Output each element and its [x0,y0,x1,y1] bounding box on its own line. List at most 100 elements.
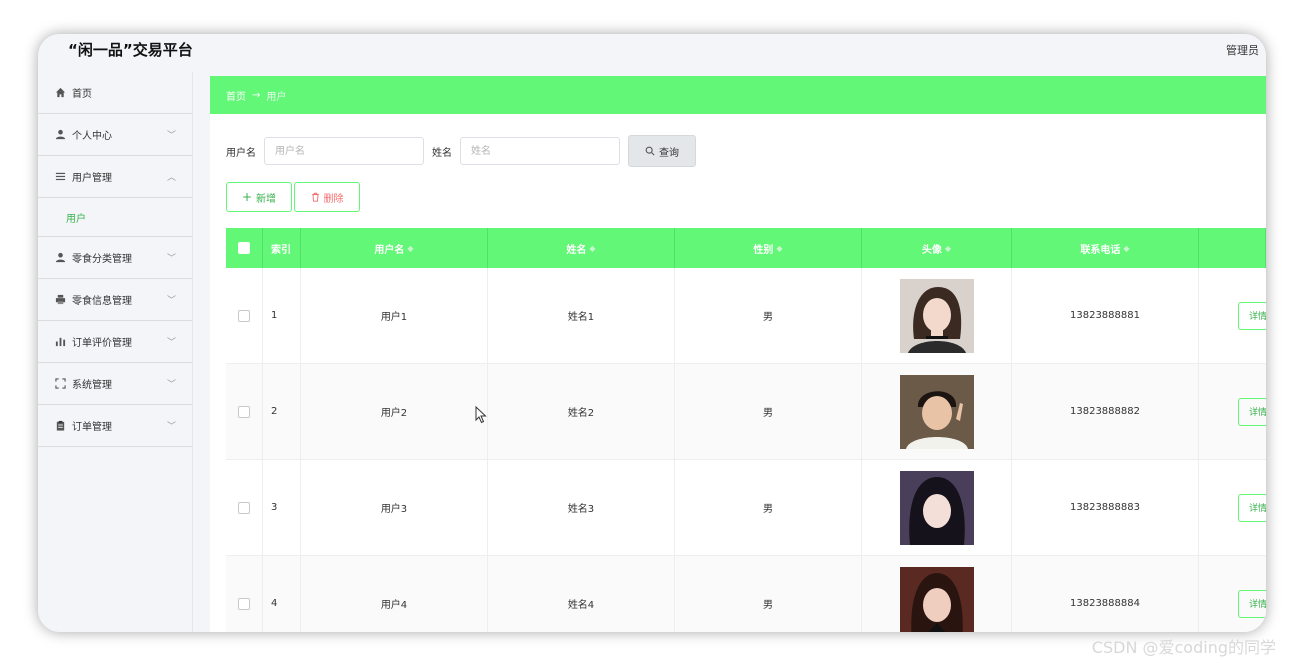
cell-operation: 详情 [1199,268,1266,363]
cell-name: 姓名2 [488,364,675,459]
header-index: 索引 [263,228,301,268]
header-name[interactable]: 姓名 ◆ [488,228,675,268]
header-label: 性别 [753,244,774,256]
cell-phone: 13823888884 [1012,556,1199,632]
sidebar-item-snack-info[interactable]: 零食信息管理 ﹀ [38,279,192,321]
cell-username: 用户3 [301,460,488,555]
search-icon [645,146,655,156]
mouse-cursor-icon [475,406,487,424]
header-avatar[interactable]: 头像 ◆ [862,228,1012,268]
row-checkbox[interactable] [238,597,250,610]
sidebar-item-label: 订单评价管理 [72,338,132,349]
header-operation [1199,228,1266,268]
admin-label[interactable]: 管理员 [1226,42,1266,58]
query-button[interactable]: 查询 [628,135,696,167]
chevron-down-icon: ﹀ [166,296,176,306]
table-row: 3 用户3 姓名3 男 13823888883 详情 [226,460,1266,556]
row-checkbox[interactable] [238,405,250,418]
cell-sex: 男 [675,460,862,555]
table-header: 索引 用户名 ◆ 姓名 ◆ 性别 ◆ 头像 ◆ 联系电话 ◆ [226,228,1266,268]
frame-icon [54,378,66,390]
cell-username: 用户1 [301,268,488,363]
row-checkbox-cell [226,268,263,363]
detail-button[interactable]: 详情 [1238,301,1266,330]
sidebar-item-order-review[interactable]: 订单评价管理 ﹀ [38,321,192,363]
avatar [899,374,974,449]
sidebar-item-label: 订单管理 [72,422,112,433]
add-button-label: 新增 [256,193,277,205]
app-title: “闲一品”交易平台 [68,41,193,59]
cell-name: 姓名4 [488,556,675,632]
app-window: “闲一品”交易平台 管理员 首页 个人中心 ﹀ 用户管理 ︿ 用户 零食分类管理… [38,34,1266,632]
watermark: CSDN @爱coding的同学 [1091,638,1276,657]
username-input[interactable] [264,137,424,165]
avatar [899,566,974,632]
sidebar-item-personal-center[interactable]: 个人中心 ﹀ [38,114,192,156]
cell-avatar [862,364,1012,459]
header-sex[interactable]: 性别 ◆ [675,228,862,268]
sort-icon: ◆ [407,243,414,253]
add-button[interactable]: + 新增 [226,182,292,212]
avatar [899,278,974,353]
header-label: 用户名 [374,244,405,256]
sort-icon: ◆ [776,243,783,253]
delete-button[interactable]: 删除 [294,182,360,212]
name-input[interactable] [460,137,620,165]
breadcrumb-home[interactable]: 首页 [226,88,246,103]
query-button-label: 查询 [659,147,679,159]
cell-index: 3 [263,460,301,555]
user-table: 索引 用户名 ◆ 姓名 ◆ 性别 ◆ 头像 ◆ 联系电话 ◆ 1 用户1 姓名1 男 [226,228,1266,632]
header-label: 头像 [921,244,942,256]
home-icon [54,87,66,99]
action-bar: + 新增 删除 [226,182,360,212]
sidebar-item-system[interactable]: 系统管理 ﹀ [38,363,192,405]
chevron-up-icon: ︿ [166,173,176,183]
bar-chart-icon [54,336,66,348]
detail-button[interactable]: 详情 [1238,397,1266,426]
cell-avatar [862,556,1012,632]
printer-icon [54,294,66,306]
header-username[interactable]: 用户名 ◆ [301,228,488,268]
sidebar-item-home[interactable]: 首页 [38,72,192,114]
sidebar-item-label: 用户管理 [72,173,112,184]
cell-sex: 男 [675,268,862,363]
cell-avatar [862,460,1012,555]
cell-phone: 13823888883 [1012,460,1199,555]
select-all-checkbox[interactable] [238,242,250,254]
user-icon [54,252,66,264]
cell-index: 1 [263,268,301,363]
sidebar-item-label: 个人中心 [72,131,112,142]
cell-operation: 详情 [1199,460,1266,555]
username-label: 用户名 [226,147,256,159]
sidebar-item-user-management[interactable]: 用户管理 ︿ [38,156,192,198]
cell-phone: 13823888882 [1012,364,1199,459]
chevron-down-icon: ﹀ [166,380,176,390]
cell-index: 4 [263,556,301,632]
row-checkbox[interactable] [238,501,250,514]
header-label: 姓名 [566,244,587,256]
sidebar-item-label: 系统管理 [72,380,112,391]
sidebar-item-orders[interactable]: 订单管理 ﹀ [38,405,192,447]
clipboard-icon [54,420,66,432]
header-phone[interactable]: 联系电话 ◆ [1012,228,1199,268]
detail-button[interactable]: 详情 [1238,589,1266,618]
plus-icon: + [241,190,253,204]
sidebar-subitem-users[interactable]: 用户 [38,198,192,237]
sidebar-item-label: 零食分类管理 [72,254,132,265]
sort-icon: ◆ [589,243,596,253]
delete-button-label: 删除 [323,193,344,205]
cell-operation: 详情 [1199,556,1266,632]
chevron-down-icon: ﹀ [166,254,176,264]
list-icon [54,171,66,183]
breadcrumb: 首页 → 用户 [210,76,1266,114]
cell-operation: 详情 [1199,364,1266,459]
cell-index: 2 [263,364,301,459]
row-checkbox-cell [226,460,263,555]
detail-button[interactable]: 详情 [1238,493,1266,522]
row-checkbox[interactable] [238,309,250,322]
chevron-down-icon: ﹀ [166,338,176,348]
sidebar-item-snack-category[interactable]: 零食分类管理 ﹀ [38,237,192,279]
chevron-down-icon: ﹀ [166,131,176,141]
avatar [899,470,974,545]
table-row: 1 用户1 姓名1 男 13823888881 详情 [226,268,1266,364]
